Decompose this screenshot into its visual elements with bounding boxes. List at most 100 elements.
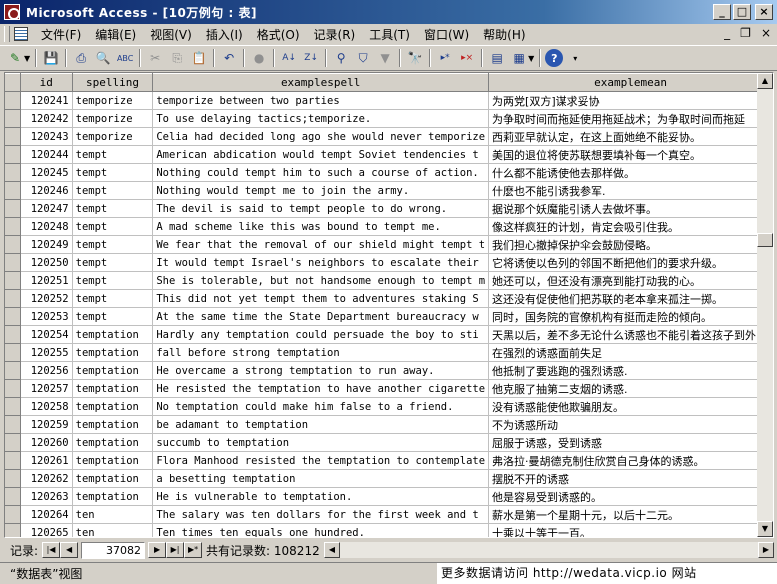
column-header-examplespell[interactable]: examplespell bbox=[152, 73, 490, 92]
cell-examplemean[interactable]: 弗洛拉·曼胡德克制住欣赏自己身体的诱惑。 bbox=[488, 451, 773, 470]
row-selector[interactable] bbox=[5, 289, 21, 308]
cell-id[interactable]: 120253 bbox=[20, 307, 73, 326]
cell-spelling[interactable]: temptation bbox=[72, 433, 154, 452]
row-selector[interactable] bbox=[5, 253, 21, 272]
cell-spelling[interactable]: tempt bbox=[72, 199, 154, 218]
cell-id[interactable]: 120247 bbox=[20, 199, 73, 218]
table-row[interactable]: 120254 temptation Hardly any temptation co… bbox=[5, 325, 773, 344]
row-selector[interactable] bbox=[5, 397, 21, 416]
table-row[interactable]: 120247 tempt The devil is said to tempt pe… bbox=[5, 199, 773, 218]
doc-minimize-button[interactable]: _ bbox=[724, 26, 730, 40]
column-header-examplemean[interactable]: examplemean bbox=[488, 73, 773, 92]
next-record-button[interactable]: ▶ bbox=[148, 542, 167, 558]
cell-examplemean[interactable]: 她还可以，但还没有漂亮到能打动我的心。 bbox=[488, 271, 773, 290]
cell-id[interactable]: 120260 bbox=[20, 433, 73, 452]
cell-spelling[interactable]: temptation bbox=[72, 415, 154, 434]
cell-spelling[interactable]: temptation bbox=[72, 379, 154, 398]
row-selector[interactable] bbox=[5, 271, 21, 290]
cell-spelling[interactable]: tempt bbox=[72, 289, 154, 308]
row-selector[interactable] bbox=[5, 415, 21, 434]
cell-examplespell[interactable]: The salary was ten dollars for the first… bbox=[152, 505, 490, 524]
print-preview-icon[interactable]: 🔍 bbox=[93, 48, 113, 68]
minimize-button[interactable]: _ bbox=[713, 4, 731, 20]
cell-examplemean[interactable]: 它将诱使以色列的邻国不断把他们的要求升级。 bbox=[488, 253, 773, 272]
cell-id[interactable]: 120263 bbox=[20, 487, 73, 506]
cell-examplemean[interactable]: 同时，国务院的官僚机构有挺而走险的倾向。 bbox=[488, 307, 773, 326]
new-record-button[interactable]: ▶* bbox=[184, 542, 203, 558]
cell-id[interactable]: 120264 bbox=[20, 505, 73, 524]
cell-spelling[interactable]: tempt bbox=[72, 163, 154, 182]
cell-spelling[interactable]: temporize bbox=[72, 109, 154, 128]
sort-descending-icon[interactable]: Z↓ bbox=[301, 48, 321, 68]
row-selector[interactable] bbox=[5, 91, 21, 110]
menu-format[interactable]: 格式(O) bbox=[250, 26, 307, 43]
row-selector[interactable] bbox=[5, 199, 21, 218]
delete-record-icon[interactable]: ▸× bbox=[457, 48, 477, 68]
table-row[interactable]: 120261 temptation Flora Manhood resisted t… bbox=[5, 451, 773, 470]
cell-examplemean[interactable]: 什麽也不能引诱我参军. bbox=[488, 181, 773, 200]
horizontal-scrollbar[interactable]: ◀ ▶ bbox=[324, 542, 774, 558]
cell-spelling[interactable]: tempt bbox=[72, 271, 154, 290]
table-row[interactable]: 120253 tempt At the same time the State De… bbox=[5, 307, 773, 326]
cell-id[interactable]: 120250 bbox=[20, 253, 73, 272]
cell-spelling[interactable]: temptation bbox=[72, 325, 154, 344]
scroll-thumb[interactable] bbox=[757, 233, 773, 247]
cell-spelling[interactable]: tempt bbox=[72, 235, 154, 254]
cell-id[interactable]: 120242 bbox=[20, 109, 73, 128]
cell-examplemean[interactable]: 这还没有促使他们把苏联的老本拿来孤注一掷。 bbox=[488, 289, 773, 308]
cell-examplemean[interactable]: 没有诱惑能使他欺骗朋友。 bbox=[488, 397, 773, 416]
cell-examplemean[interactable]: 他克服了抽第二支烟的诱惑. bbox=[488, 379, 773, 398]
table-row[interactable]: 120243 temporize Celia had decided long ag… bbox=[5, 127, 773, 146]
cell-id[interactable]: 120252 bbox=[20, 289, 73, 308]
cell-spelling[interactable]: tempt bbox=[72, 253, 154, 272]
spelling-icon[interactable]: ABC bbox=[115, 48, 135, 68]
cell-spelling[interactable]: temptation bbox=[72, 343, 154, 362]
cell-examplespell[interactable]: Ten times ten equals one hundred. bbox=[152, 523, 490, 537]
table-row[interactable]: 120257 temptation He resisted the temptati… bbox=[5, 379, 773, 398]
view-icon[interactable]: ✎ bbox=[5, 48, 25, 68]
cell-examplespell[interactable]: Flora Manhood resisted the temptation to… bbox=[152, 451, 490, 470]
cell-examplemean[interactable]: 美国的退位将使苏联想要填补每一个真空。 bbox=[488, 145, 773, 164]
row-selector[interactable] bbox=[5, 127, 21, 146]
table-row[interactable]: 120242 temporize To use delaying tactics;t… bbox=[5, 109, 773, 128]
cell-examplespell[interactable]: A mad scheme like this was bound to temp… bbox=[152, 217, 490, 236]
close-button[interactable]: × bbox=[755, 4, 773, 20]
cell-examplemean[interactable]: 西莉亚早就认定，在这上面她绝不能妥协。 bbox=[488, 127, 773, 146]
row-selector[interactable] bbox=[5, 487, 21, 506]
cell-examplemean[interactable]: 为争取时间而拖延使用拖延战术；为争取时间而拖延 bbox=[488, 109, 773, 128]
cell-id[interactable]: 120249 bbox=[20, 235, 73, 254]
row-selector[interactable] bbox=[5, 523, 21, 537]
table-row[interactable]: 120252 tempt This did not yet tempt them t… bbox=[5, 289, 773, 308]
first-record-button[interactable]: |◀ bbox=[42, 542, 61, 558]
cell-id[interactable]: 120255 bbox=[20, 343, 73, 362]
scroll-left-button[interactable]: ◀ bbox=[324, 542, 340, 558]
cell-examplemean[interactable]: 摆脱不开的诱惑 bbox=[488, 469, 773, 488]
cell-examplemean[interactable]: 像这样疯狂的计划，肯定会吸引住我。 bbox=[488, 217, 773, 236]
cell-spelling[interactable]: temporize bbox=[72, 91, 154, 110]
row-selector[interactable] bbox=[5, 343, 21, 362]
cell-spelling[interactable]: temporize bbox=[72, 127, 154, 146]
cell-examplespell[interactable]: Nothing would tempt me to join the army. bbox=[152, 181, 490, 200]
help-icon[interactable]: ? bbox=[545, 49, 564, 67]
cell-examplemean[interactable]: 他是容易受到诱惑的。 bbox=[488, 487, 773, 506]
cell-id[interactable]: 120261 bbox=[20, 451, 73, 470]
row-selector[interactable] bbox=[5, 505, 21, 524]
filter-by-form-icon[interactable]: ⛉ bbox=[353, 48, 373, 68]
cell-spelling[interactable]: tempt bbox=[72, 145, 154, 164]
cell-examplespell[interactable]: He resisted the temptation to have anoth… bbox=[152, 379, 490, 398]
previous-record-button[interactable]: ◀ bbox=[60, 542, 79, 558]
menu-help[interactable]: 帮助(H) bbox=[476, 26, 532, 43]
copy-icon[interactable]: ⎘ bbox=[167, 48, 187, 68]
cell-spelling[interactable]: temptation bbox=[72, 469, 154, 488]
sort-ascending-icon[interactable]: A↓ bbox=[279, 48, 299, 68]
vertical-scrollbar[interactable]: ▲ ▼ bbox=[757, 73, 773, 537]
table-row[interactable]: 120260 temptation succumb to temptation 屈服于… bbox=[5, 433, 773, 452]
cell-id[interactable]: 120245 bbox=[20, 163, 73, 182]
new-record-icon[interactable]: ▸* bbox=[435, 48, 455, 68]
row-selector[interactable] bbox=[5, 307, 21, 326]
cell-spelling[interactable]: tempt bbox=[72, 307, 154, 326]
cell-spelling[interactable]: ten bbox=[72, 505, 154, 524]
insert-object-icon[interactable]: ● bbox=[249, 48, 269, 68]
table-row[interactable]: 120246 tempt Nothing would tempt me to joi… bbox=[5, 181, 773, 200]
cell-examplemean[interactable]: 十乘以十等于一百。 bbox=[488, 523, 773, 537]
